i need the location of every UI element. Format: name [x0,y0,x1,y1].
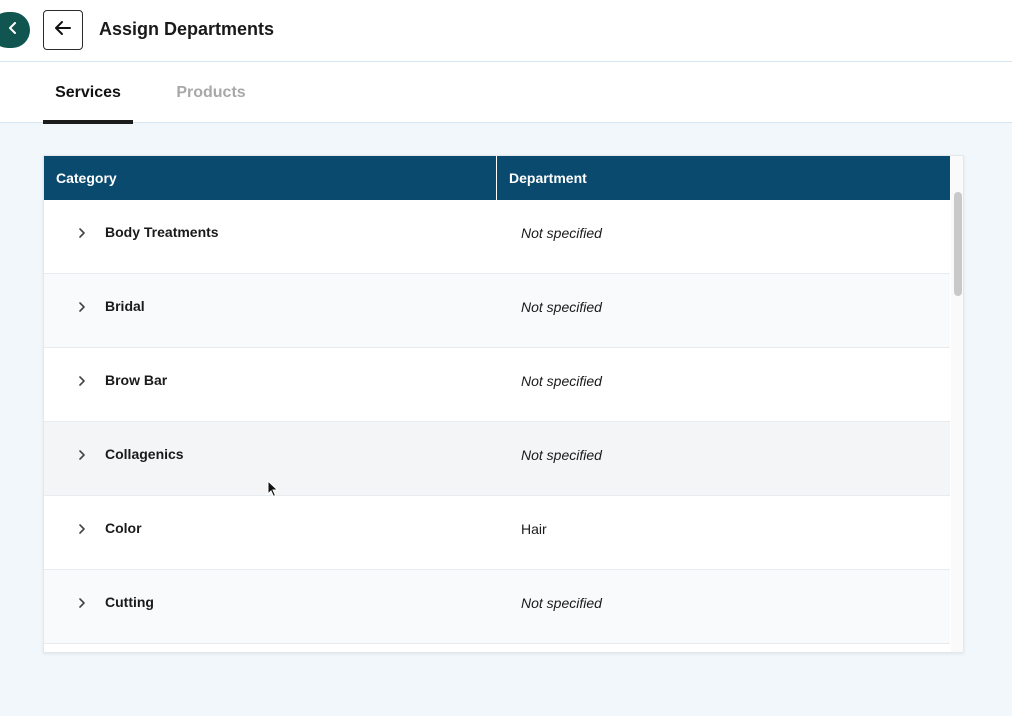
table-row[interactable]: Body Treatments Not specified [44,200,950,274]
sidebar-toggle-button[interactable] [0,12,30,48]
chevron-right-icon[interactable] [78,570,86,636]
chevron-left-icon [8,21,18,39]
mouse-cursor-icon [267,479,279,503]
chevron-right-icon[interactable] [78,496,86,562]
app-header: Assign Departments [0,0,1012,62]
category-name: Cutting [105,594,154,610]
chevron-right-icon[interactable] [78,200,86,266]
chevron-right-icon[interactable] [78,422,86,488]
scrollbar[interactable] [951,156,963,652]
table-body: Body Treatments Not specified Bridal Not… [44,200,950,652]
back-button[interactable] [43,10,83,50]
arrow-left-icon [54,20,72,41]
table-header: Category Department [44,156,950,200]
category-name: Brow Bar [105,372,168,388]
department-value[interactable]: Not specified [521,595,602,611]
department-value[interactable]: Not specified [521,373,602,389]
table-row[interactable]: Color Hair [44,496,950,570]
department-value[interactable]: Not specified [521,299,602,315]
category-name: Color [105,520,142,536]
category-name: Bridal [105,298,145,314]
tab-bar: Services Products [0,62,1012,124]
column-header-department: Department [509,170,587,186]
tab-services[interactable]: Services [43,62,133,124]
department-value[interactable]: Not specified [521,447,602,463]
scrollbar-thumb[interactable] [954,192,962,296]
departments-table: Category Department Body Treatments Not … [43,155,964,653]
table-row[interactable]: Cutting Not specified [44,570,950,644]
table-row[interactable]: Bridal Not specified [44,274,950,348]
page-title: Assign Departments [99,19,275,39]
table-row[interactable]: Brow Bar Not specified [44,348,950,422]
department-value[interactable]: Not specified [521,225,602,241]
category-name: Body Treatments [105,224,219,240]
table-row[interactable]: Collagenics Not specified [44,422,950,496]
tab-products[interactable]: Products [166,62,256,123]
chevron-right-icon[interactable] [78,274,86,340]
column-header-category: Category [44,156,497,200]
category-name: Collagenics [105,446,184,462]
chevron-right-icon[interactable] [78,348,86,414]
department-value[interactable]: Hair [521,521,547,537]
table-row[interactable] [44,644,950,652]
